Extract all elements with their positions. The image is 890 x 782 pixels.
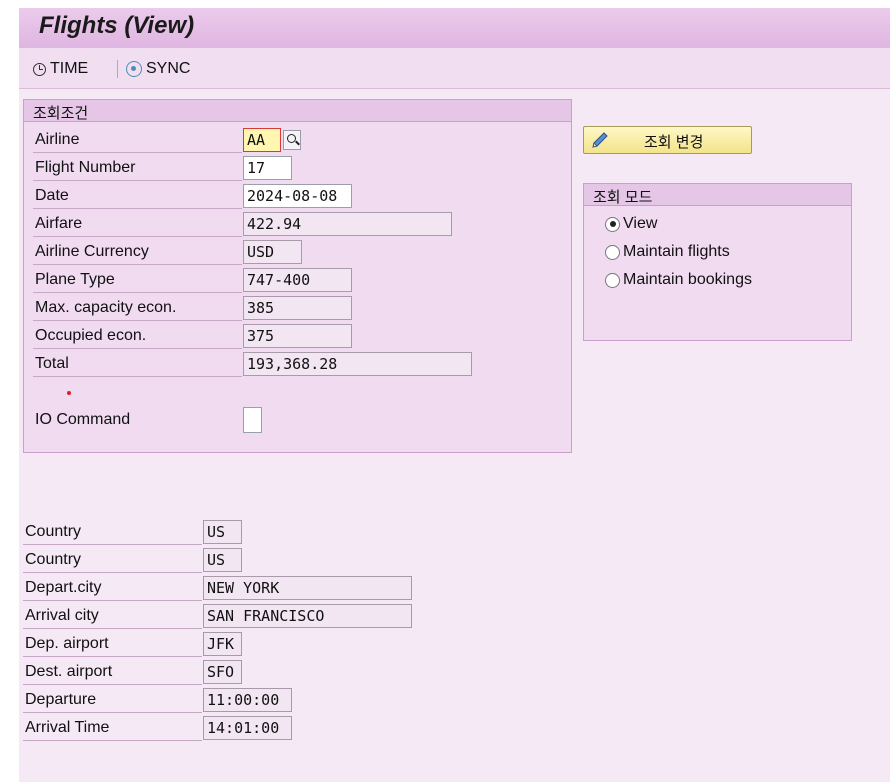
radio-maintain-flights-label: Maintain flights [623, 243, 730, 260]
row-underline [33, 180, 242, 181]
row-underline [23, 740, 202, 741]
country-to-field: US [203, 548, 242, 572]
row-underline [33, 264, 242, 265]
currency-field: USD [243, 240, 302, 264]
sync-icon [126, 61, 142, 77]
airline-input[interactable]: AA [243, 128, 281, 152]
total-field: 193,368.28 [243, 352, 472, 376]
row-underline [33, 292, 242, 293]
max-capacity-field: 385 [243, 296, 352, 320]
change-query-button[interactable]: 조회 변경 [583, 126, 752, 154]
date-label: Date [35, 187, 69, 204]
country-to-label: Country [25, 551, 82, 568]
row-underline [23, 684, 202, 685]
flight-number-label: Flight Number [35, 159, 136, 176]
mode-group-title: 조회 모드 [593, 189, 653, 206]
currency-label: Airline Currency [35, 243, 149, 260]
airfare-field: 422.94 [243, 212, 452, 236]
dep-airport-field: JFK [203, 632, 242, 656]
arrival-time-label: Arrival Time [25, 719, 110, 736]
required-marker [67, 391, 71, 395]
row-underline [33, 152, 242, 153]
arrival-time-field: 14:01:00 [203, 716, 292, 740]
dest-airport-label: Dest. airport [25, 663, 113, 680]
toolbar-separator [117, 60, 118, 78]
country-from-label: Country [25, 523, 82, 540]
occupied-label: Occupied econ. [35, 327, 147, 344]
row-underline [33, 208, 242, 209]
row-underline [23, 712, 202, 713]
row-underline [33, 376, 242, 377]
max-capacity-label: Max. capacity econ. [35, 299, 177, 316]
flight-number-input[interactable]: 17 [243, 156, 292, 180]
row-underline [33, 320, 242, 321]
change-query-button-label: 조회 변경 [644, 134, 704, 151]
arrival-city-field: SAN FRANCISCO [203, 604, 412, 628]
depart-city-field: NEW YORK [203, 576, 412, 600]
io-command-input[interactable] [243, 407, 262, 433]
row-underline [23, 656, 202, 657]
country-from-field: US [203, 520, 242, 544]
depart-city-label: Depart.city [25, 579, 102, 596]
clock-icon [33, 62, 46, 76]
radio-button[interactable] [605, 272, 620, 288]
occupied-field: 375 [243, 324, 352, 348]
radio-maintain-flights[interactable]: Maintain flights [605, 240, 730, 264]
airline-label: Airline [35, 131, 80, 148]
row-underline [33, 348, 242, 349]
mode-group-header: 조회 모드 [584, 184, 851, 206]
radio-maintain-bookings[interactable]: Maintain bookings [605, 268, 752, 292]
io-command-label: IO Command [35, 411, 131, 428]
plane-type-label: Plane Type [35, 271, 115, 288]
row-underline [23, 572, 202, 573]
magnifier-handle [295, 140, 300, 146]
row-underline [23, 544, 202, 545]
plane-type-field: 747-400 [243, 268, 352, 292]
radio-view[interactable]: View [605, 212, 657, 236]
dep-airport-label: Dep. airport [25, 635, 109, 652]
departure-label: Departure [25, 691, 97, 708]
dest-airport-field: SFO [203, 660, 242, 684]
radio-button-checked[interactable] [605, 216, 620, 232]
row-underline [23, 628, 202, 629]
criteria-group-title: 조회조건 [33, 105, 89, 122]
airfare-label: Airfare [35, 215, 83, 232]
radio-maintain-bookings-label: Maintain bookings [623, 271, 752, 288]
sync-button[interactable]: SYNC [126, 58, 190, 80]
departure-field: 11:00:00 [203, 688, 292, 712]
pencil-icon [592, 132, 608, 148]
time-button-label: TIME [50, 60, 89, 77]
row-underline [23, 600, 202, 601]
time-button[interactable]: TIME [33, 58, 88, 80]
arrival-city-label: Arrival city [25, 607, 99, 624]
total-label: Total [35, 355, 69, 372]
sync-button-label: SYNC [146, 60, 191, 77]
page-title: Flights (View) [39, 12, 195, 39]
radio-view-label: View [623, 215, 658, 232]
date-input[interactable]: 2024-08-08 [243, 184, 352, 208]
criteria-group-header: 조회조건 [24, 100, 571, 122]
search-help-button[interactable] [283, 130, 301, 150]
radio-button[interactable] [605, 244, 620, 260]
row-underline [33, 236, 242, 237]
